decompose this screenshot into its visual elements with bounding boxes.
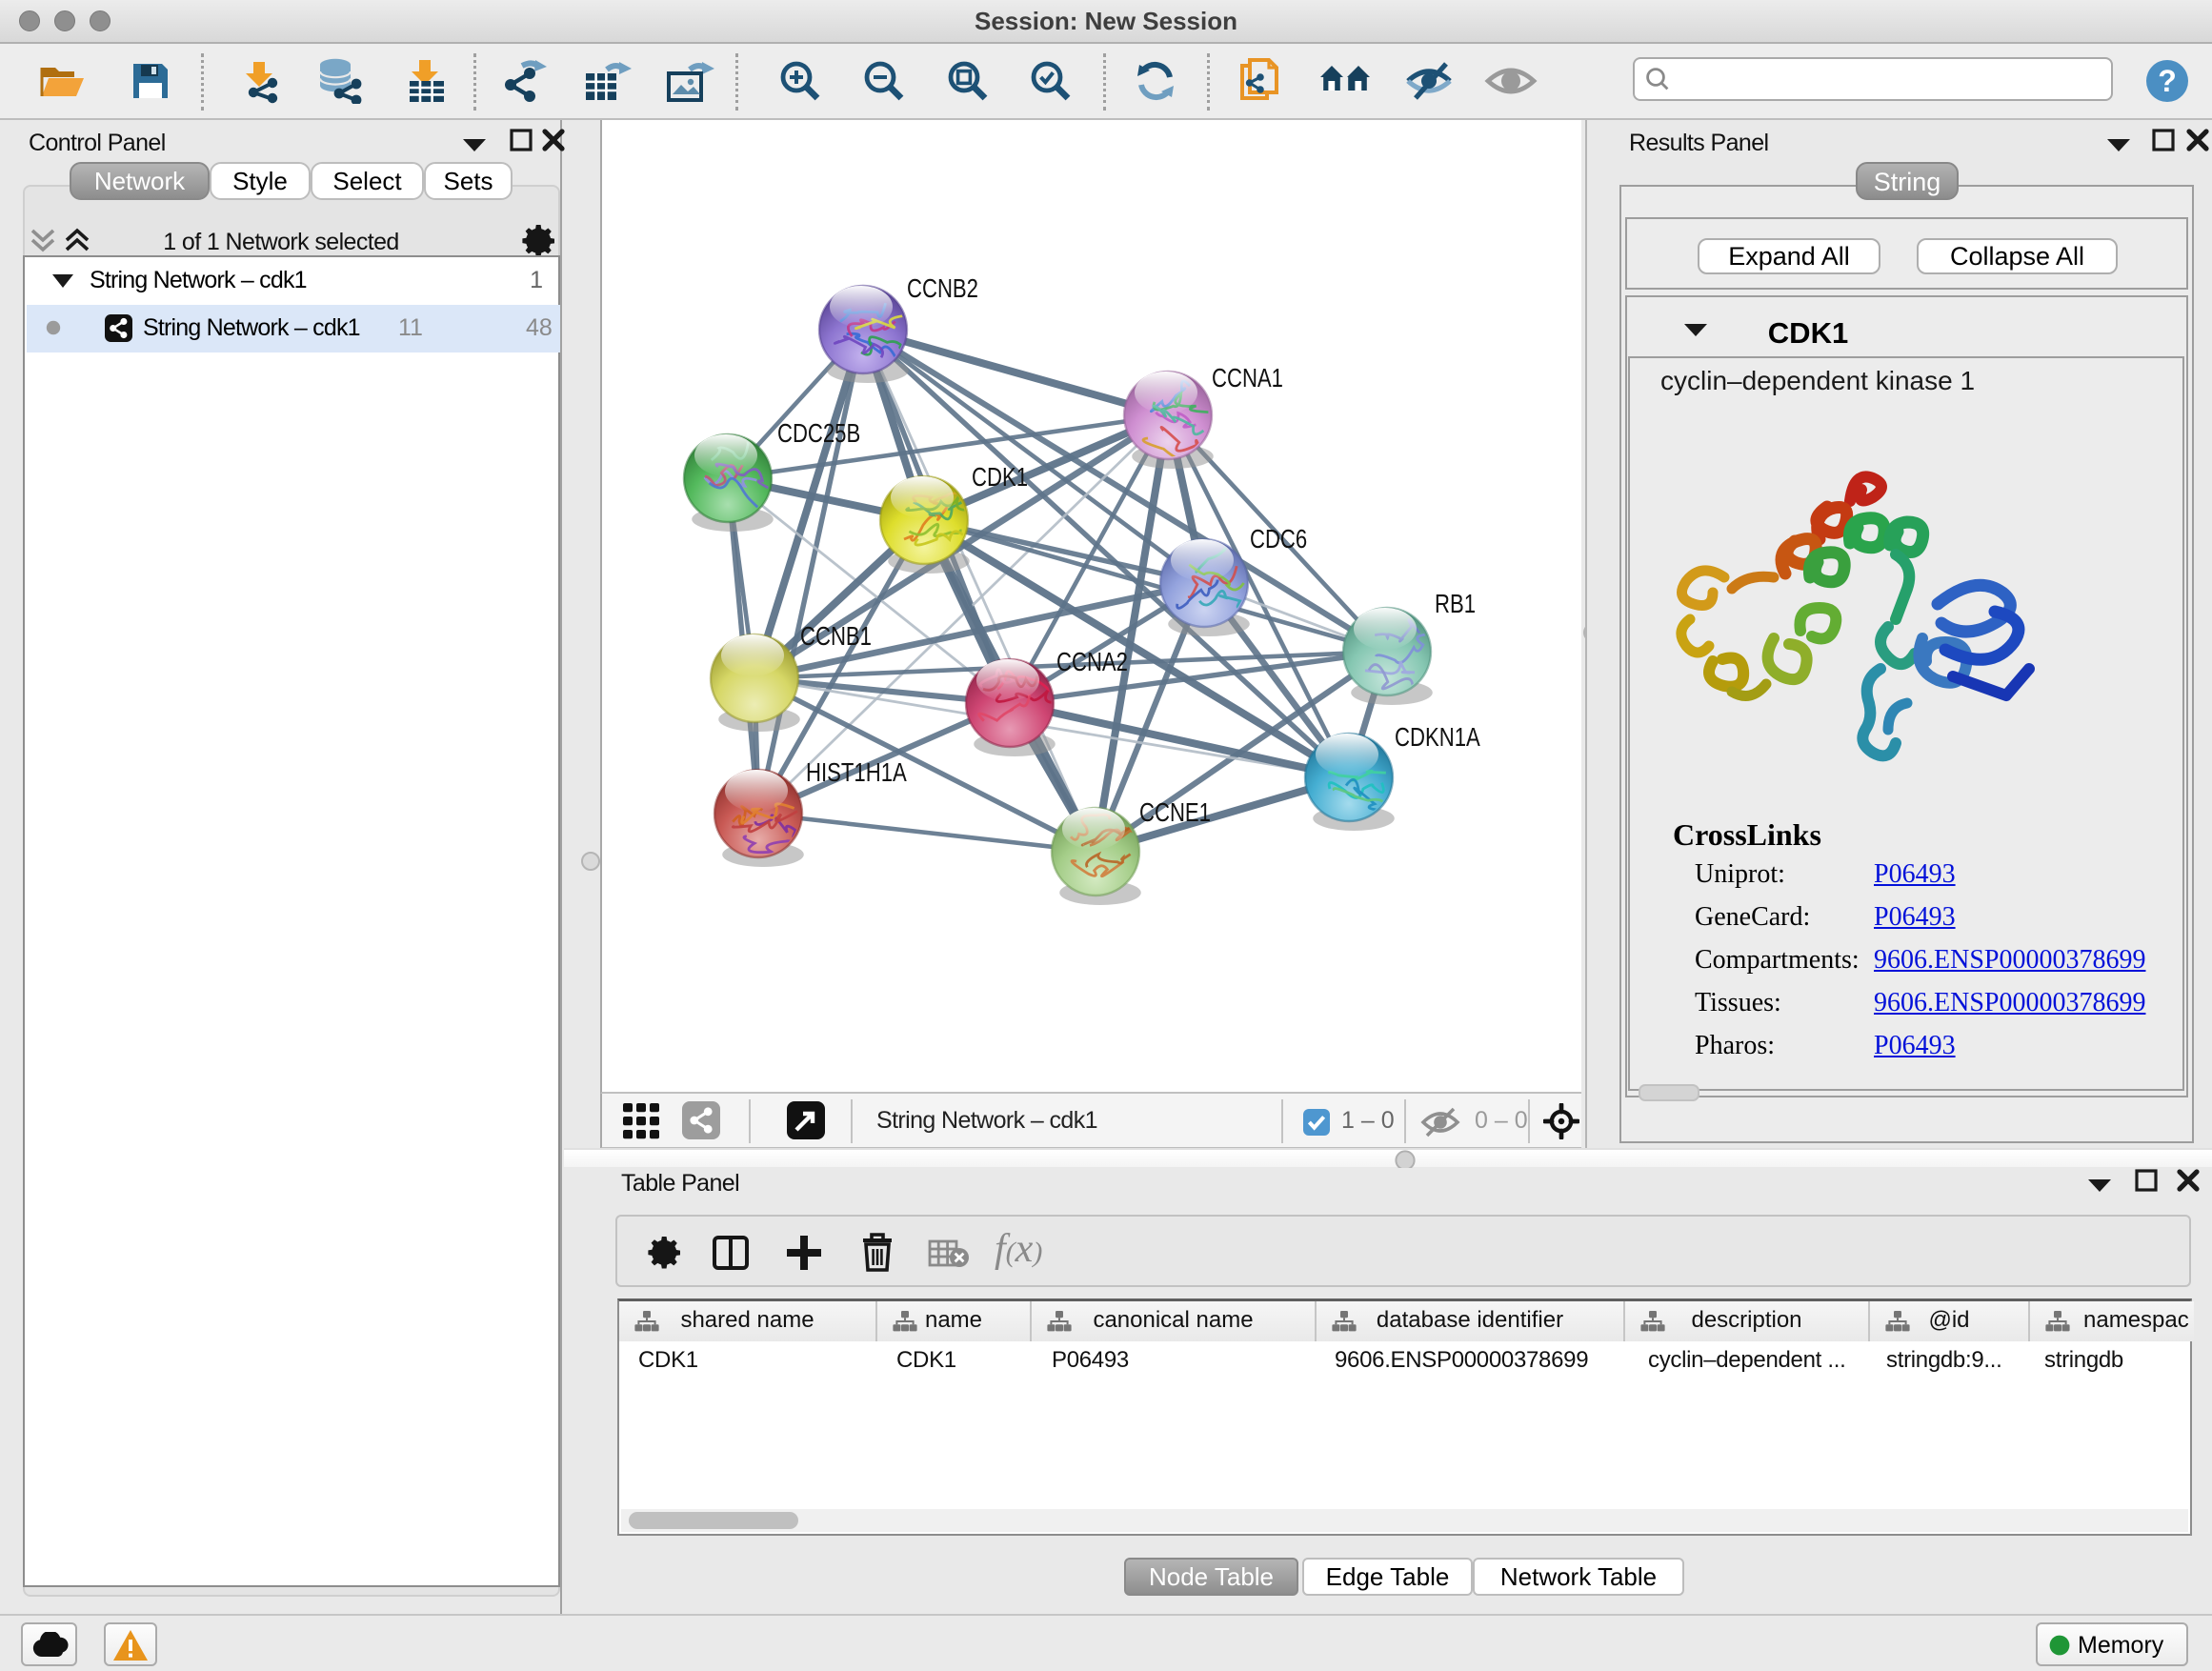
svg-text:CDC6: CDC6 — [1250, 524, 1307, 554]
svg-text:CDKN1A: CDKN1A — [1395, 722, 1480, 752]
svg-text:CCNA2: CCNA2 — [1056, 647, 1128, 676]
svg-text:?: ? — [2158, 64, 2177, 98]
svg-text:HIST1H1A: HIST1H1A — [806, 757, 907, 787]
svg-text:CCNB1: CCNB1 — [800, 621, 872, 651]
svg-text:CCNB2: CCNB2 — [907, 273, 978, 303]
svg-text:CDC25B: CDC25B — [777, 418, 860, 448]
svg-text:RB1: RB1 — [1435, 589, 1476, 618]
svg-text:CCNA1: CCNA1 — [1212, 363, 1283, 393]
svg-text:CCNE1: CCNE1 — [1139, 797, 1211, 827]
svg-text:CDK1: CDK1 — [972, 462, 1028, 492]
